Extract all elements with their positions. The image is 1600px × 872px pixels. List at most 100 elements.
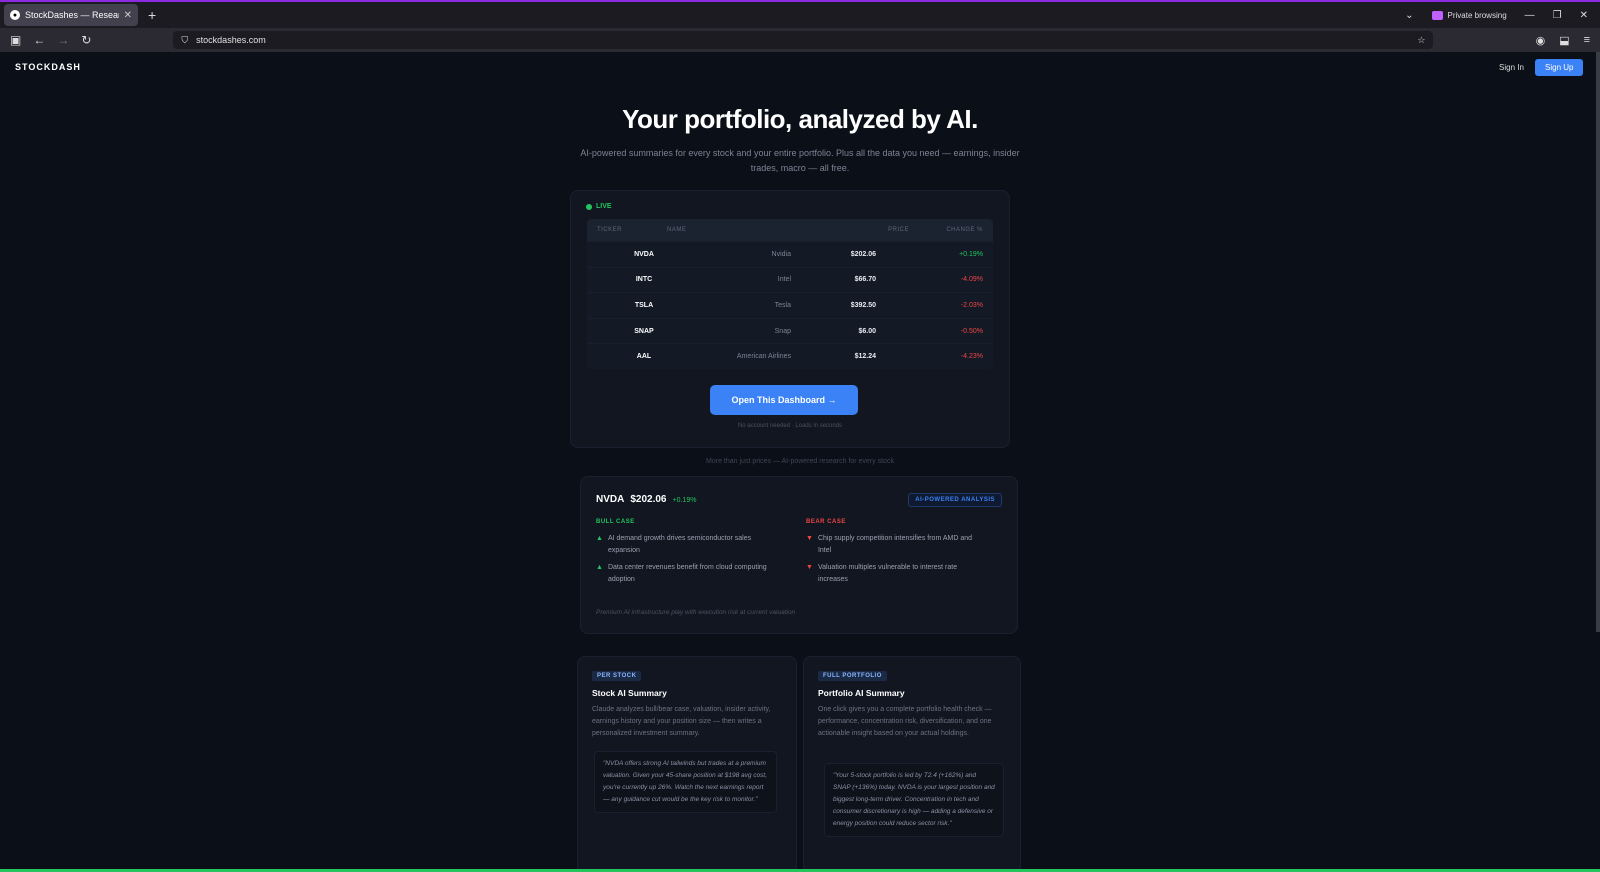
bear-case-text: Valuation multiples vulnerable to intere…	[817, 564, 958, 583]
web-page: STOCKDASH Sign In Sign Up Your portfolio…	[0, 52, 1600, 872]
feature-title: Stock AI Summary	[592, 688, 667, 698]
site-security-icon[interactable]: ⛉	[181, 35, 188, 46]
analysis-verdict: Premium AI infrastructure play with exec…	[596, 609, 796, 616]
col-price: PRICE	[888, 227, 909, 233]
col-change: CHANGE %	[946, 227, 983, 233]
bear-case-text: Chip supply competition intensifies from…	[817, 535, 973, 554]
restore-icon[interactable]: ❐	[1553, 10, 1562, 21]
analysis-change: +0.19%	[672, 497, 697, 504]
site-logo[interactable]: STOCKDASH	[15, 62, 81, 72]
live-label: LIVE	[596, 203, 612, 210]
bull-case-item: ▲ AI demand growth drives semiconductor …	[596, 533, 776, 557]
feature-description: Claude analyzes bull/bear case, valuatio…	[592, 706, 771, 737]
bookmark-star-icon[interactable]: ☆	[1417, 35, 1425, 46]
change-cell: -4.09%	[960, 276, 983, 284]
minimize-icon[interactable]: —	[1525, 10, 1535, 21]
ticker-cell: AAL	[636, 353, 652, 361]
feature-badge: FULL PORTFOLIO	[818, 671, 887, 681]
bull-case-text: Data center revenues benefit from cloud …	[607, 564, 767, 583]
name-cell: American Airlines	[736, 353, 791, 361]
price-cell: $202.06	[850, 250, 876, 258]
analysis-ticker: NVDA	[596, 494, 625, 505]
up-triangle-icon: ▲	[596, 535, 603, 542]
menu-icon[interactable]: ≡	[1584, 34, 1590, 47]
bear-case-item: ▼ Valuation multiples vulnerable to inte…	[806, 562, 986, 586]
feature-quote: "Your 5-stock portfolio is led by T2.4 (…	[824, 763, 1004, 837]
change-cell: -4.23%	[960, 353, 983, 361]
name-cell: Tesla	[774, 301, 791, 309]
browser-tab[interactable]: ● StockDashes — Research your st... ✕	[4, 4, 138, 26]
table-row[interactable]: SNAP Snap $6.00 -0.50%	[587, 317, 993, 344]
private-browsing-label: Private browsing	[1447, 10, 1507, 20]
price-cell: $392.50	[850, 301, 876, 309]
forward-icon[interactable]: →	[57, 33, 69, 47]
analysis-price: $202.06	[630, 494, 667, 505]
ticker-cell: SNAP	[634, 327, 654, 335]
tab-title: StockDashes — Research your st...	[25, 10, 119, 20]
name-cell: Snap	[774, 327, 791, 335]
price-cell: $66.70	[854, 276, 876, 284]
section-tagline: More than just prices — AI-powered resea…	[706, 458, 894, 465]
down-triangle-icon: ▼	[806, 535, 813, 542]
feature-card-stock: PER STOCK Stock AI Summary Claude analyz…	[577, 656, 797, 872]
hero-subtitle: AI-powered summaries for every stock and…	[580, 148, 1020, 173]
ai-analysis-card: NVDA $202.06 +0.19% AI-POWERED ANALYSIS …	[580, 476, 1018, 634]
table-row[interactable]: AAL American Airlines $12.24 -4.23%	[587, 343, 993, 369]
stock-table: TICKER NAME PRICE CHANGE % NVDA Nvidia $20…	[587, 219, 993, 369]
ticker-cell: TSLA	[634, 301, 654, 309]
price-cell: $12.24	[854, 353, 876, 361]
sign-up-button[interactable]: Sign Up	[1535, 59, 1584, 76]
address-bar[interactable]: ⛉ stockdashes.com ☆	[173, 31, 1434, 49]
live-dot-icon	[586, 203, 592, 210]
browser-nav-bar: ▣ ← → ↻ ⛉ stockdashes.com ☆ ◉ ⬓ ≡	[0, 28, 1600, 52]
analysis-header: NVDA $202.06 +0.19%	[596, 494, 696, 505]
bear-case-title: BEAR CASE	[806, 519, 846, 525]
extensions-icon[interactable]: ⬓	[1559, 34, 1569, 47]
tab-close-icon[interactable]: ✕	[124, 10, 132, 21]
table-row[interactable]: NVDA Nvidia $202.06 +0.19%	[587, 241, 993, 267]
live-dashboard-card: LIVE TICKER NAME PRICE CHANGE % NVDA Nvid…	[570, 190, 1010, 448]
bull-case-title: BULL CASE	[596, 519, 635, 525]
live-indicator: LIVE	[586, 203, 612, 210]
price-cell: $6.00	[858, 327, 876, 335]
account-icon[interactable]: ◉	[1536, 34, 1546, 47]
change-cell: -0.50%	[960, 327, 983, 335]
url-text[interactable]: stockdashes.com	[196, 35, 266, 45]
name-cell: Nvidia	[771, 250, 791, 258]
up-triangle-icon: ▲	[596, 564, 603, 571]
ticker-cell: NVDA	[634, 250, 654, 258]
reload-icon[interactable]: ↻	[81, 33, 91, 47]
window-close-icon[interactable]: ✕	[1580, 10, 1588, 21]
private-mask-icon	[1431, 10, 1443, 20]
col-name: NAME	[667, 227, 687, 233]
list-tabs-icon[interactable]: ⌄	[1405, 10, 1413, 21]
sidebar-toggle-icon[interactable]: ▣	[10, 33, 21, 47]
hero-title: Your portfolio, analyzed by AI.	[622, 104, 978, 134]
no-account-note: No account needed · Loads in seconds	[737, 423, 843, 429]
table-header: TICKER NAME PRICE CHANGE %	[587, 219, 993, 241]
down-triangle-icon: ▼	[806, 564, 813, 571]
feature-description: One click gives you a complete portfolio…	[818, 706, 992, 737]
feature-quote: "NVDA offers strong AI tailwinds but tra…	[594, 751, 777, 813]
feature-card-portfolio: FULL PORTFOLIO Portfolio AI Summary One …	[803, 656, 1021, 872]
bear-case-item: ▼ Chip supply competition intensifies fr…	[806, 533, 986, 557]
change-cell: +0.19%	[959, 250, 983, 258]
private-browsing-indicator: Private browsing	[1431, 10, 1507, 20]
bull-case-item: ▲ Data center revenues benefit from clou…	[596, 562, 776, 586]
browser-tab-bar: ● StockDashes — Research your st... ✕ + …	[0, 2, 1600, 28]
bull-case-text: AI demand growth drives semiconductor sa…	[607, 535, 752, 554]
ticker-cell: INTC	[635, 276, 653, 284]
col-ticker: TICKER	[597, 227, 623, 233]
site-favicon-icon: ●	[10, 10, 20, 20]
new-tab-button[interactable]: +	[148, 7, 156, 23]
ai-analysis-badge: AI-POWERED ANALYSIS	[908, 493, 1002, 507]
sign-in-button[interactable]: Sign In	[1493, 60, 1530, 75]
name-cell: Intel	[777, 276, 791, 284]
page-scrollbar[interactable]	[1596, 52, 1600, 632]
back-icon[interactable]: ←	[33, 33, 45, 47]
table-row[interactable]: INTC Intel $66.70 -4.09%	[587, 266, 993, 293]
feature-badge: PER STOCK	[592, 671, 642, 681]
feature-title: Portfolio AI Summary	[818, 688, 905, 698]
open-dashboard-button[interactable]: Open This Dashboard →	[710, 385, 858, 415]
table-row[interactable]: TSLA Tesla $392.50 -2.03%	[587, 292, 993, 318]
